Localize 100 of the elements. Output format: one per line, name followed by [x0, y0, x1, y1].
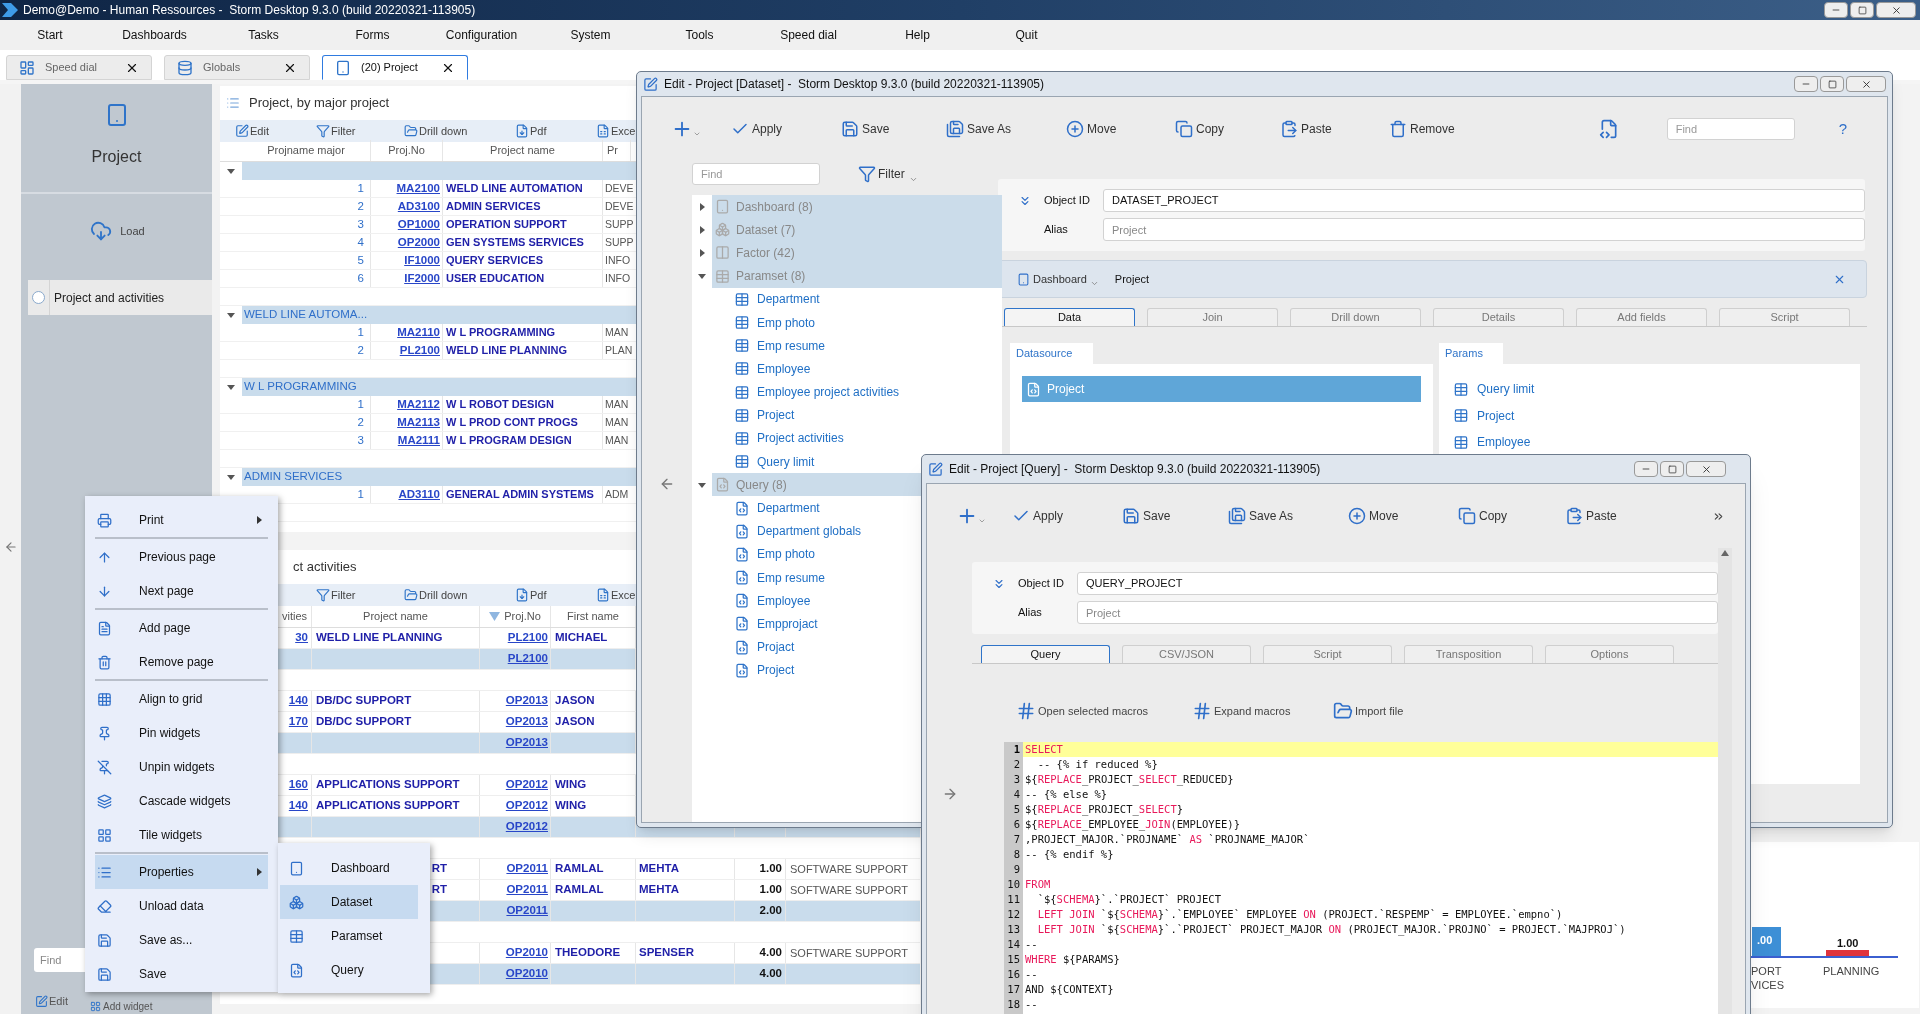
tab[interactable]: Data — [1004, 308, 1135, 326]
maximize-button[interactable] — [1660, 461, 1684, 477]
pdf-button[interactable]: Pdf — [515, 586, 596, 604]
menu-item[interactable]: Unload data — [95, 889, 268, 923]
menu-item[interactable]: Paramset — [280, 919, 418, 953]
copy-button[interactable]: Copy — [1175, 117, 1280, 141]
paste-button[interactable]: Paste — [1565, 504, 1675, 528]
tree-item[interactable]: Project — [692, 658, 795, 682]
tab[interactable]: Script — [1719, 308, 1850, 326]
menu-item[interactable]: Save as... — [95, 923, 268, 957]
project-link[interactable]: MA2113 — [397, 413, 440, 432]
tree-item[interactable]: Query limit — [692, 450, 815, 474]
project-link[interactable]: AD3110 — [398, 485, 440, 504]
project-link[interactable]: OP2011 — [506, 860, 548, 878]
menu-item[interactable]: Next page — [95, 574, 268, 608]
tab[interactable]: Transposition — [1404, 645, 1533, 663]
project-link[interactable]: OP2011 — [506, 902, 548, 920]
count-link[interactable]: 160 — [288, 776, 308, 794]
column-header[interactable]: Project name — [312, 606, 480, 627]
tab[interactable]: Speed dial — [6, 55, 152, 80]
menu-item[interactable]: Dashboard — [280, 851, 418, 885]
save-button[interactable]: Save — [841, 117, 946, 141]
menu-item[interactable]: Query — [280, 953, 418, 987]
project-link[interactable]: OP2012 — [505, 776, 548, 794]
add-widget-button[interactable]: Add widget — [89, 998, 153, 1014]
tree-item[interactable]: Emp photo — [692, 310, 816, 335]
apply-button[interactable]: Apply — [1012, 504, 1122, 528]
tab[interactable]: (20) Project — [322, 55, 468, 80]
tab[interactable]: Globals — [164, 55, 310, 80]
macro-button[interactable]: Open selected macros — [1016, 701, 1192, 721]
edit-button[interactable]: Edit — [235, 122, 316, 140]
find-field[interactable]: Find — [1666, 118, 1795, 140]
tab[interactable]: Query — [981, 645, 1110, 663]
tab[interactable]: CSV/JSON — [1122, 645, 1251, 663]
menu-item[interactable]: Dataset — [280, 885, 418, 919]
save-button[interactable]: Save — [1122, 504, 1228, 528]
object-id-field[interactable]: QUERY_PROJECT — [1077, 572, 1718, 595]
project-link[interactable]: MA2100 — [396, 179, 440, 198]
drill-down-button[interactable]: Drill down — [404, 586, 515, 604]
project-link[interactable]: OP2011 — [506, 881, 548, 899]
menu-item[interactable]: Previous page — [95, 540, 268, 574]
minimize-button[interactable] — [1634, 461, 1658, 477]
project-link[interactable]: OP2010 — [505, 944, 548, 962]
column-header[interactable]: Projname major — [220, 140, 371, 161]
menu-bar-item[interactable]: Speed dial — [754, 26, 863, 44]
project-link[interactable]: OP2013 — [505, 734, 548, 752]
project-link[interactable]: MA2111 — [397, 431, 440, 450]
project-link[interactable]: PL2100 — [507, 629, 548, 647]
remove-button[interactable]: Remove — [1389, 117, 1499, 141]
tree-item[interactable]: Department globals — [692, 519, 862, 543]
paste-button[interactable]: Paste — [1280, 117, 1389, 141]
param-item[interactable]: Query limit — [1453, 376, 1860, 403]
menu-item[interactable]: Cascade widgets — [95, 784, 268, 818]
tree-item[interactable]: Employee — [692, 357, 811, 381]
scroll-up-icon[interactable] — [1721, 550, 1729, 556]
macro-button[interactable]: Expand macros — [1192, 701, 1333, 721]
menu-item[interactable]: Align to grid — [95, 682, 268, 716]
project-link[interactable]: OP2013 — [505, 692, 548, 710]
tree-item[interactable]: Projact — [692, 635, 795, 659]
tree-item[interactable]: Emp resume — [692, 566, 826, 590]
drill-down-button[interactable]: Drill down — [404, 122, 515, 140]
count-link[interactable]: 140 — [288, 797, 308, 815]
tree-item[interactable]: Project — [692, 403, 795, 427]
close-button[interactable] — [1686, 461, 1726, 477]
object-id-field[interactable]: DATASET_PROJECT — [1103, 189, 1865, 212]
menu-bar-item[interactable]: Help — [863, 26, 972, 44]
menu-bar-item[interactable]: Quit — [972, 26, 1081, 44]
column-header[interactable]: Proj.No — [504, 608, 541, 625]
edit-button[interactable]: Edit — [35, 992, 68, 1010]
menu-item[interactable]: Unpin widgets — [95, 750, 268, 784]
project-link[interactable]: IF1000 — [404, 251, 440, 270]
apply-button[interactable]: Apply — [731, 117, 841, 141]
macro-button[interactable]: Import file — [1333, 701, 1453, 721]
count-link[interactable]: 170 — [288, 713, 308, 731]
tab[interactable]: Add fields — [1576, 308, 1707, 326]
project-link[interactable]: OP1000 — [397, 215, 440, 234]
sidebar-item[interactable]: Project and activities — [28, 280, 212, 315]
tree-item[interactable]: Emp photo — [692, 542, 816, 566]
project-link[interactable]: IF2000 — [404, 269, 440, 288]
menu-item[interactable]: Properties — [95, 855, 268, 889]
param-item[interactable]: Employee — [1453, 429, 1860, 456]
pdf-button[interactable]: Pdf — [515, 122, 596, 140]
project-link[interactable]: OP2012 — [505, 797, 548, 815]
project-link[interactable]: OP2012 — [505, 818, 548, 836]
tab[interactable]: Script — [1263, 645, 1392, 663]
menu-item[interactable]: Tile widgets — [95, 818, 268, 852]
project-link[interactable]: OP2000 — [397, 233, 440, 252]
excel-button[interactable]: Exce — [596, 586, 640, 604]
save-as-button[interactable]: Save As — [946, 117, 1066, 141]
load-button[interactable]: Load — [88, 220, 145, 242]
save-as-button[interactable]: Save As — [1228, 504, 1348, 528]
minimize-button[interactable] — [1824, 2, 1848, 18]
code-editor[interactable] — [1004, 742, 1718, 1014]
tree-item[interactable]: Empprojact — [692, 612, 818, 636]
tab[interactable]: Drill down — [1290, 308, 1421, 326]
copy-button[interactable]: Copy — [1458, 504, 1565, 528]
project-link[interactable]: MA2112 — [397, 395, 440, 414]
tree-item[interactable]: Department — [692, 496, 820, 520]
move-button[interactable]: Move — [1066, 117, 1175, 141]
minimize-button[interactable] — [1794, 76, 1818, 92]
